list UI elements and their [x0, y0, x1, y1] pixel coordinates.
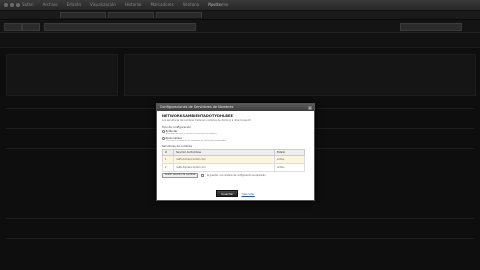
apply-checkbox[interactable] [201, 174, 204, 177]
dialog-description: Los servidores de nombres traducen nombr… [162, 119, 251, 122]
background-panel [124, 54, 476, 96]
nameserver-dialog: Configuraciones de Servidores de Nombres… [156, 103, 315, 201]
browser-tab[interactable] [60, 12, 106, 18]
menu-item[interactable]: Edición [67, 1, 81, 8]
window-controls[interactable] [4, 3, 20, 7]
add-nameserver-button[interactable]: Añadir servidor de nombres [162, 172, 199, 179]
dialog-footer: Guardar Cancelar [157, 190, 314, 197]
nameserver-cell[interactable]: ns06.domaincontrol.com [173, 162, 275, 172]
search-field[interactable] [400, 23, 462, 31]
table-row: 1 ns05.domaincontrol.com Activo [162, 154, 305, 164]
tab-bar [0, 11, 480, 20]
menu-item[interactable]: Marcadores [151, 1, 174, 8]
dialog-body: NETWORKSAMBIENTADOTYDHLBEE Los servidore… [157, 111, 314, 179]
browser-titlebar: Safari Archivo Edición Visualización His… [0, 0, 480, 11]
menu-item[interactable]: Safari [22, 1, 34, 8]
dialog-titlebar: Configuraciones de Servidores de Nombres… [157, 104, 314, 111]
row-number: 1 [162, 154, 174, 164]
nameserver-cell[interactable]: ns05.domaincontrol.com [173, 154, 275, 164]
close-icon[interactable]: × [308, 105, 312, 110]
background-panel [6, 54, 118, 96]
browser-tab[interactable] [156, 12, 202, 18]
save-button[interactable]: Guardar [216, 190, 239, 197]
menu-bar: Safari Archivo Edición Visualización His… [22, 1, 221, 8]
nameserver-table: # Servidor de Nombres Estado 1 ns05.doma… [162, 149, 305, 172]
menu-item[interactable]: Ventana [183, 1, 199, 8]
close-window-icon[interactable] [4, 3, 8, 7]
apply-note: Al guardar, los cambios de configuración… [206, 173, 266, 177]
divider [6, 218, 474, 219]
servers-label: Servidores de nombres [162, 145, 193, 148]
table-row: 2 ns06.domaincontrol.com Activo [162, 162, 305, 172]
zoom-window-icon[interactable] [16, 3, 20, 7]
config-type-label: Tipo de configuración [162, 125, 191, 129]
row-number: 2 [162, 162, 174, 172]
table-actions: Añadir servidor de nombres Al guardar, l… [162, 172, 309, 179]
dialog-title: Configuraciones de Servidores de Nombres [160, 105, 234, 109]
status-cell: Activo [274, 162, 305, 172]
radio-standard[interactable] [162, 130, 165, 133]
address-bar[interactable] [44, 23, 196, 31]
minimize-window-icon[interactable] [10, 3, 14, 7]
browser-tab[interactable] [108, 12, 154, 18]
divider [6, 238, 474, 239]
status-cell: Activo [274, 154, 305, 164]
option-description: Hosting, servicio y correo en nuestros s… [166, 133, 218, 136]
browser-toolbar [0, 20, 480, 33]
option-description: Use otros servidores de nombres de forma… [166, 140, 227, 143]
window-title: Hostname [208, 2, 229, 7]
cancel-link[interactable]: Cancelar [241, 192, 254, 196]
back-button[interactable] [4, 23, 22, 31]
menu-item[interactable]: Archivo [43, 1, 58, 8]
forward-button[interactable] [22, 23, 40, 31]
radio-custom[interactable] [162, 137, 165, 140]
menu-item[interactable]: Visualización [90, 1, 116, 8]
menu-item[interactable]: Historial [125, 1, 142, 8]
site-header [0, 33, 480, 48]
